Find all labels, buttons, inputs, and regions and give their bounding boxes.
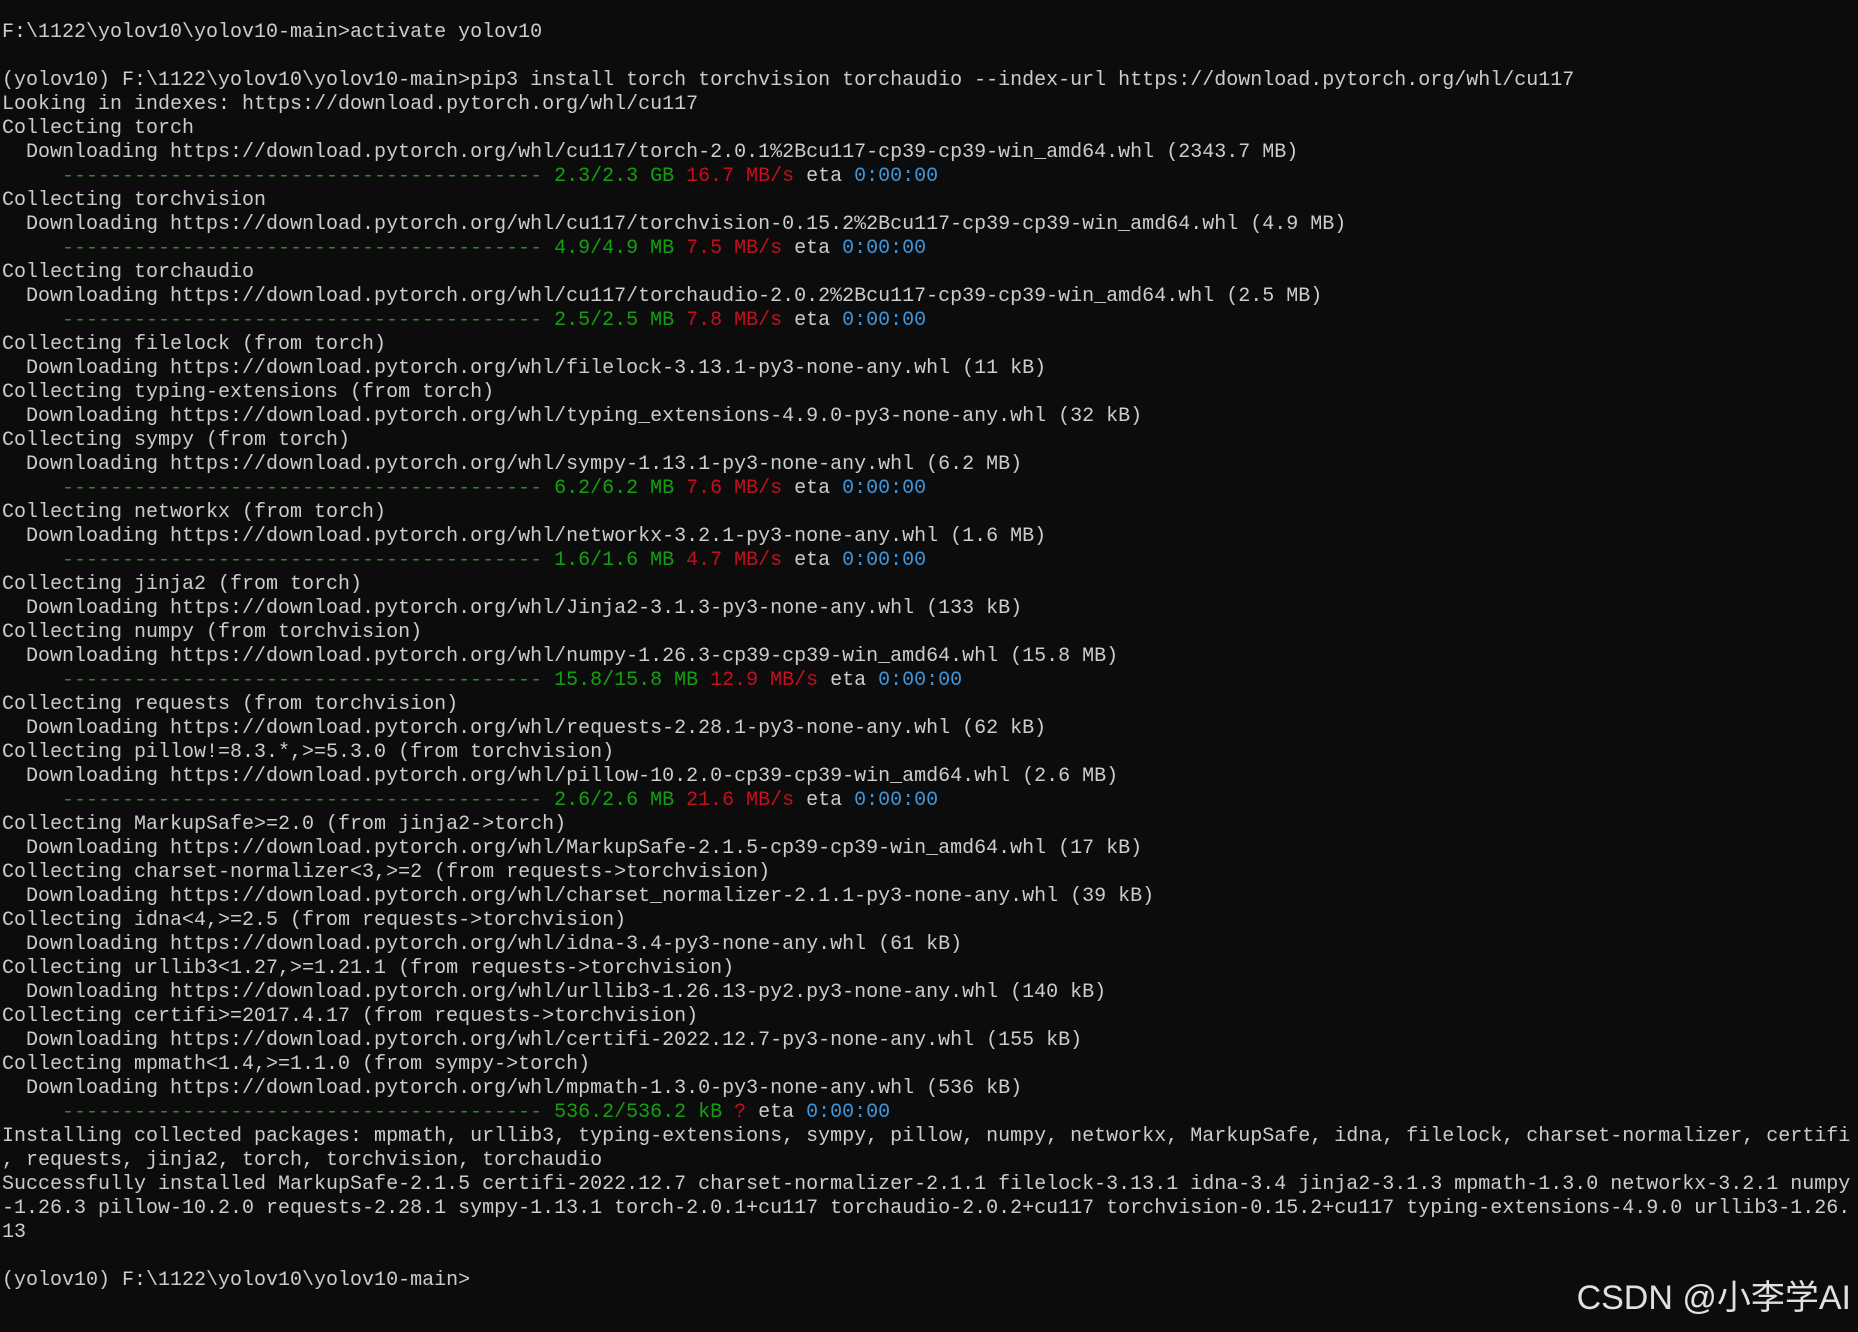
progress-amount: 4.9/4.9 MB: [554, 237, 675, 260]
output-line: Downloading https://download.pytorch.org…: [2, 285, 1323, 308]
output-line: Successfully installed MarkupSafe-2.1.5 …: [2, 1173, 1851, 1196]
output-line: 13: [2, 1221, 27, 1244]
progress-bar: ----------------------------------------: [62, 237, 543, 260]
progress-line: ----------------------------------------…: [2, 549, 1854, 573]
progress-eta: 0:00:00: [842, 237, 927, 260]
progress-speed: 4.7 MB/s: [686, 549, 783, 572]
progress-line: ----------------------------------------…: [2, 237, 1854, 261]
prompt-line: (yolov10) F:\1122\yolov10\yolov10-main>p…: [2, 69, 1575, 92]
progress-amount: 2.3/2.3 GB: [554, 165, 675, 188]
output-line: Downloading https://download.pytorch.org…: [2, 597, 1023, 620]
progress-eta-label: eta: [794, 549, 831, 572]
output-line: Installing collected packages: mpmath, u…: [2, 1125, 1851, 1148]
watermark: CSDN @小李学AI: [1576, 1279, 1851, 1317]
output-line: Collecting typing-extensions (from torch…: [2, 381, 495, 404]
output-line: Looking in indexes: https://download.pyt…: [2, 93, 699, 116]
progress-bar: ----------------------------------------: [62, 669, 543, 692]
progress-eta-label: eta: [806, 789, 843, 812]
progress-eta: 0:00:00: [854, 165, 939, 188]
output-line: Downloading https://download.pytorch.org…: [2, 645, 1119, 668]
output-line: Collecting idna<4,>=2.5 (from requests->…: [2, 909, 627, 932]
output-line: Collecting charset-normalizer<3,>=2 (fro…: [2, 861, 771, 884]
progress-amount: 536.2/536.2 kB: [554, 1101, 723, 1124]
output-line: Downloading https://download.pytorch.org…: [2, 357, 1047, 380]
progress-amount: 6.2/6.2 MB: [554, 477, 675, 500]
output-line: Collecting jinja2 (from torch): [2, 573, 363, 596]
output-line: Downloading https://download.pytorch.org…: [2, 453, 1023, 476]
output-line: Collecting filelock (from torch): [2, 333, 387, 356]
progress-eta: 0:00:00: [842, 549, 927, 572]
progress-eta-label: eta: [830, 669, 867, 692]
progress-amount: 15.8/15.8 MB: [554, 669, 699, 692]
progress-eta-label: eta: [794, 309, 831, 332]
output-line: Collecting torchaudio: [2, 261, 255, 284]
output-line: -1.26.3 pillow-10.2.0 requests-2.28.1 sy…: [2, 1197, 1851, 1220]
progress-eta: 0:00:00: [854, 789, 939, 812]
output-line: Downloading https://download.pytorch.org…: [2, 213, 1347, 236]
progress-speed: 7.5 MB/s: [686, 237, 783, 260]
progress-bar: ----------------------------------------: [62, 549, 543, 572]
progress-speed: 16.7 MB/s: [686, 165, 795, 188]
output-line: Downloading https://download.pytorch.org…: [2, 525, 1047, 548]
progress-eta-label: eta: [806, 165, 843, 188]
progress-eta-label: eta: [794, 477, 831, 500]
progress-amount: 1.6/1.6 MB: [554, 549, 675, 572]
progress-eta: 0:00:00: [878, 669, 963, 692]
progress-amount: 2.5/2.5 MB: [554, 309, 675, 332]
progress-speed: 7.8 MB/s: [686, 309, 783, 332]
output-line: Downloading https://download.pytorch.org…: [2, 765, 1119, 788]
output-line: Collecting certifi>=2017.4.17 (from requ…: [2, 1005, 699, 1028]
progress-eta-label: eta: [794, 237, 831, 260]
progress-speed: 21.6 MB/s: [686, 789, 795, 812]
output-line: Downloading https://download.pytorch.org…: [2, 885, 1155, 908]
progress-bar: ----------------------------------------: [62, 789, 543, 812]
progress-speed: ?: [734, 1101, 747, 1124]
output-line: Downloading https://download.pytorch.org…: [2, 981, 1107, 1004]
output-line: Collecting numpy (from torchvision): [2, 621, 423, 644]
output-line: Downloading https://download.pytorch.org…: [2, 933, 963, 956]
progress-eta: 0:00:00: [842, 309, 927, 332]
output-line: Collecting sympy (from torch): [2, 429, 351, 452]
progress-line: ----------------------------------------…: [2, 309, 1854, 333]
output-line: Collecting networkx (from torch): [2, 501, 387, 524]
output-line: Collecting mpmath<1.4,>=1.1.0 (from symp…: [2, 1053, 591, 1076]
progress-speed: 7.6 MB/s: [686, 477, 783, 500]
progress-amount: 2.6/2.6 MB: [554, 789, 675, 812]
output-line: Collecting torch: [2, 117, 195, 140]
output-line: Downloading https://download.pytorch.org…: [2, 837, 1143, 860]
progress-bar: ----------------------------------------: [62, 165, 543, 188]
prompt-line: F:\1122\yolov10\yolov10-main>activate yo…: [2, 21, 543, 44]
terminal-window[interactable]: F:\1122\yolov10\yolov10-main>activate yo…: [2, 21, 1854, 1293]
progress-eta-label: eta: [758, 1101, 795, 1124]
output-line: Collecting urllib3<1.27,>=1.21.1 (from r…: [2, 957, 735, 980]
output-line: , requests, jinja2, torch, torchvision, …: [2, 1149, 603, 1172]
progress-eta: 0:00:00: [806, 1101, 891, 1124]
output-line: Downloading https://download.pytorch.org…: [2, 717, 1047, 740]
progress-line: ----------------------------------------…: [2, 1101, 1854, 1125]
progress-bar: ----------------------------------------: [62, 309, 543, 332]
progress-bar: ----------------------------------------: [62, 477, 543, 500]
progress-line: ----------------------------------------…: [2, 789, 1854, 813]
progress-eta: 0:00:00: [842, 477, 927, 500]
output-line: Collecting torchvision: [2, 189, 267, 212]
progress-line: ----------------------------------------…: [2, 165, 1854, 189]
output-line: Collecting requests (from torchvision): [2, 693, 459, 716]
output-line: Collecting MarkupSafe>=2.0 (from jinja2-…: [2, 813, 567, 836]
output-line: Collecting pillow!=8.3.*,>=5.3.0 (from t…: [2, 741, 615, 764]
progress-line: ----------------------------------------…: [2, 669, 1854, 693]
output-line: Downloading https://download.pytorch.org…: [2, 405, 1143, 428]
progress-speed: 12.9 MB/s: [710, 669, 819, 692]
output-line: Downloading https://download.pytorch.org…: [2, 1029, 1083, 1052]
output-line: Downloading https://download.pytorch.org…: [2, 141, 1299, 164]
progress-bar: ----------------------------------------: [62, 1101, 543, 1124]
progress-line: ----------------------------------------…: [2, 477, 1854, 501]
output-line: Downloading https://download.pytorch.org…: [2, 1077, 1023, 1100]
